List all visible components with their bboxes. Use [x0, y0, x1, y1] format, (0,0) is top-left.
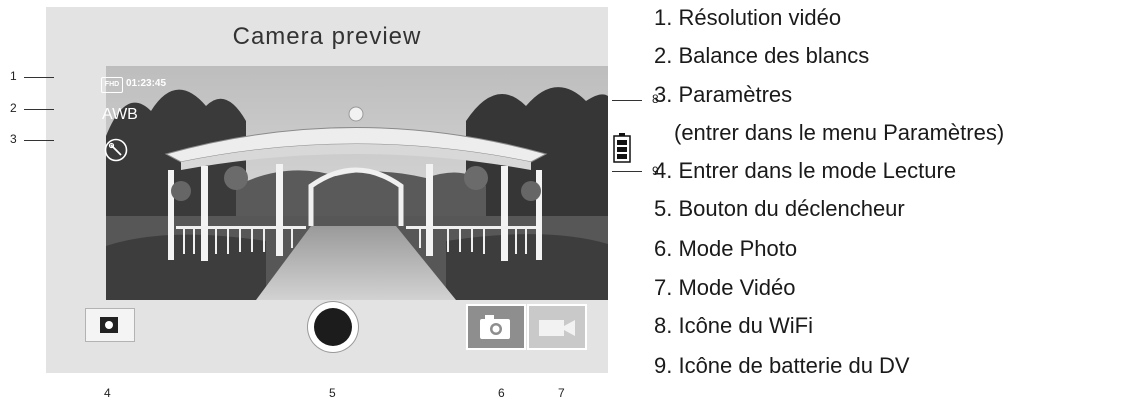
callout-2: 2 — [10, 101, 17, 115]
wifi-icon — [606, 84, 640, 121]
legend-item-1: 1. Résolution vidéo — [654, 5, 842, 30]
fhd-badge: FHD — [101, 77, 123, 93]
legend-item-7: 7. Mode Vidéo — [654, 275, 796, 300]
callout-3: 3 — [10, 132, 17, 146]
legend-item-6: 6. Mode Photo — [654, 236, 798, 261]
callout-4: 4 — [104, 386, 111, 400]
camera-icon — [480, 315, 510, 339]
legend-item-3-detail: (entrer dans le menu Paramètres) — [674, 120, 1005, 145]
video-mode-button[interactable] — [527, 304, 587, 350]
battery-icon — [613, 133, 631, 168]
settings-icon[interactable] — [104, 138, 128, 167]
device-screen: Camera preview FHD 01:23:45 AWB — [46, 7, 639, 373]
legend-item-5: 5. Bouton du déclencheur — [654, 196, 905, 221]
callout-6: 6 — [498, 386, 505, 400]
screen-title: Camera preview — [232, 23, 422, 50]
leader-line-2 — [24, 109, 54, 110]
record-timecode: 01:23:45 — [126, 78, 167, 89]
leader-line-1 — [24, 77, 54, 78]
callout-7: 7 — [558, 386, 565, 400]
white-balance-indicator[interactable]: AWB — [102, 106, 138, 124]
callout-1: 1 — [10, 69, 17, 83]
legend-item-3: 3. Paramètres — [654, 82, 793, 107]
camera-preview-image — [106, 66, 608, 300]
leader-line-8 — [612, 100, 642, 101]
legend-item-8: 8. Icône du WiFi — [654, 313, 813, 338]
playback-icon — [100, 317, 118, 333]
callout-5: 5 — [329, 386, 336, 400]
photo-mode-button[interactable] — [466, 304, 526, 350]
shutter-button[interactable] — [308, 302, 358, 352]
leader-line-3 — [24, 140, 54, 141]
playback-button[interactable] — [85, 308, 135, 342]
legend-item-2: 2. Balance des blancs — [654, 43, 870, 68]
video-camera-icon — [539, 320, 575, 336]
leader-line-9 — [612, 171, 642, 172]
legend-item-4: 4. Entrer dans le mode Lecture — [654, 158, 957, 183]
legend-item-9: 9. Icône de batterie du DV — [654, 353, 910, 378]
